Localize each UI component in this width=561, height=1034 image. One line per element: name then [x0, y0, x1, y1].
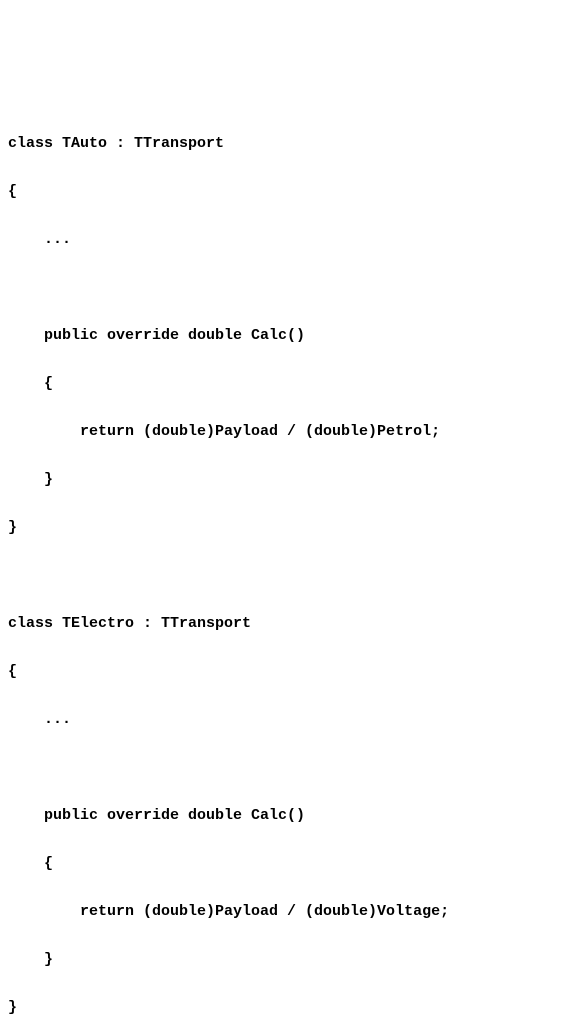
code-line — [8, 276, 553, 300]
code-line: return (double)Payload / (double)Petrol; — [8, 420, 553, 444]
code-line: public override double Calc() — [8, 324, 553, 348]
code-line: } — [8, 516, 553, 540]
code-line: } — [8, 948, 553, 972]
code-snippet: class TAuto : TTransport { ... public ov… — [8, 108, 553, 1034]
code-line: } — [8, 468, 553, 492]
code-line: class TElectro : TTransport — [8, 612, 553, 636]
code-line — [8, 756, 553, 780]
code-line: public override double Calc() — [8, 804, 553, 828]
code-line: { — [8, 180, 553, 204]
code-line: { — [8, 660, 553, 684]
code-line: { — [8, 852, 553, 876]
code-line: class TAuto : TTransport — [8, 132, 553, 156]
code-line — [8, 564, 553, 588]
code-line: return (double)Payload / (double)Voltage… — [8, 900, 553, 924]
code-line: { — [8, 372, 553, 396]
code-line: ... — [8, 708, 553, 732]
code-line: } — [8, 996, 553, 1020]
code-line: ... — [8, 228, 553, 252]
